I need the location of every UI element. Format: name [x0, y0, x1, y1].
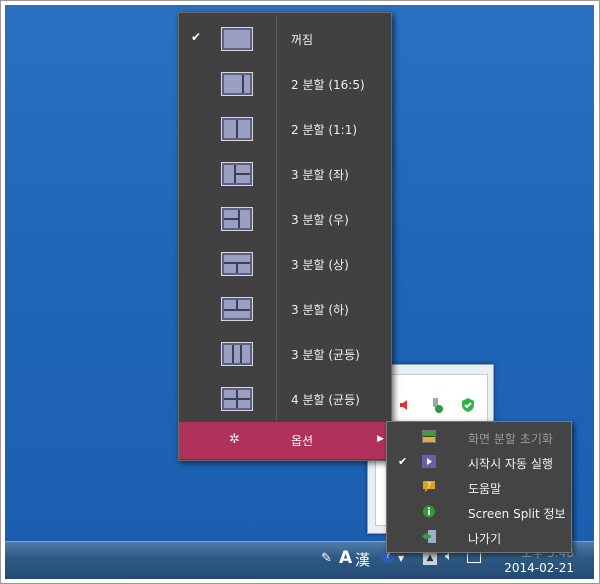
submenu-item-autorun[interactable]: ✔ 시작시 자동 실행 [387, 450, 571, 475]
submenu-item-about[interactable]: Screen Split 정보 [387, 500, 571, 525]
layout-3-left-icon [221, 162, 253, 186]
submenu-item-label: 시작시 자동 실행 [468, 457, 553, 471]
screen-split-menu: ✔ 꺼짐 2 분할 (16:5) 2 분할 (1:1) 3 분할 (좌) 3 분… [178, 12, 392, 461]
menu-item-label: 2 분할 (1:1) [291, 123, 358, 137]
menu-item-2-split-equal[interactable]: 2 분할 (1:1) [179, 107, 391, 152]
menu-item-label: 3 분할 (좌) [291, 168, 349, 182]
submenu-arrow-icon: ▶ [377, 434, 384, 444]
submenu-item-label: Screen Split 정보 [468, 507, 566, 521]
menu-item-3-split-even[interactable]: 3 분할 (균등) [179, 332, 391, 377]
menu-item-3-split-bottom[interactable]: 3 분할 (하) [179, 287, 391, 332]
menu-item-label: 3 분할 (균등) [291, 348, 360, 362]
submenu-item-help[interactable]: ? 도움말 [387, 475, 571, 500]
exit-icon [422, 530, 436, 543]
menu-item-label: 3 분할 (상) [291, 258, 349, 272]
menu-item-4-split-even[interactable]: 4 분할 (균등) [179, 377, 391, 422]
submenu-item-reset[interactable]: 화면 분할 초기화 [387, 425, 571, 450]
ime-menu-arrow-icon[interactable]: ▼ [398, 554, 404, 563]
security-shield-icon[interactable] [460, 397, 476, 413]
check-icon: ✔ [191, 30, 202, 44]
info-icon [423, 505, 435, 518]
submenu-item-label: 도움말 [468, 482, 502, 496]
menu-item-label: 3 분할 (하) [291, 303, 349, 317]
submenu-item-exit[interactable]: 나가기 [387, 525, 571, 550]
layout-3-right-icon [221, 207, 253, 231]
menu-item-label: 2 분할 (16:5) [291, 78, 365, 92]
menu-item-3-split-top[interactable]: 3 분할 (상) [179, 242, 391, 287]
show-hidden-icons-button[interactable]: ▲ [423, 551, 437, 565]
menu-item-label: 4 분할 (균등) [291, 393, 360, 407]
menu-item-2-split-wide[interactable]: 2 분할 (16:5) [179, 62, 391, 107]
options-label: 옵션 [291, 434, 314, 448]
menu-item-3-split-left[interactable]: 3 분할 (좌) [179, 152, 391, 197]
clock-date: 2014-02-21 [504, 561, 574, 575]
menu-item-label: 꺼짐 [291, 33, 314, 47]
layout-4-even-icon [221, 387, 253, 411]
layout-2-equal-icon [221, 117, 253, 141]
ime-hanja-toggle[interactable]: 漢 [355, 549, 370, 570]
submenu-item-label: 나가기 [468, 532, 502, 546]
gear-icon: ✲ [229, 432, 240, 447]
language-bar-icon[interactable]: ✎ [321, 551, 332, 566]
svg-text:?: ? [427, 481, 431, 490]
reset-layout-icon [422, 430, 436, 443]
submenu-item-label: 화면 분할 초기화 [468, 432, 553, 446]
layout-3-even-icon [221, 342, 253, 366]
menu-item-3-split-right[interactable]: 3 분할 (우) [179, 197, 391, 242]
layout-2-wide-icon [221, 72, 253, 96]
speaker-tray-icon[interactable] [398, 397, 414, 413]
ime-mode-a[interactable]: A [339, 548, 352, 568]
check-icon: ✔ [398, 455, 408, 468]
options-submenu: 화면 분할 초기화 ✔ 시작시 자동 실행 ? 도움말 Screen Split… [386, 421, 572, 553]
usb-safe-remove-icon[interactable] [428, 397, 444, 413]
layout-off-icon [221, 27, 253, 51]
menu-item-label: 3 분할 (우) [291, 213, 349, 227]
menu-item-off[interactable]: ✔ 꺼짐 [179, 17, 391, 62]
layout-3-top-icon [221, 252, 253, 276]
layout-3-bottom-icon [221, 297, 253, 321]
options-menu-item[interactable]: ✲ 옵션 ▶ [179, 422, 391, 459]
autorun-icon [422, 455, 436, 468]
help-icon: ? [423, 481, 435, 492]
